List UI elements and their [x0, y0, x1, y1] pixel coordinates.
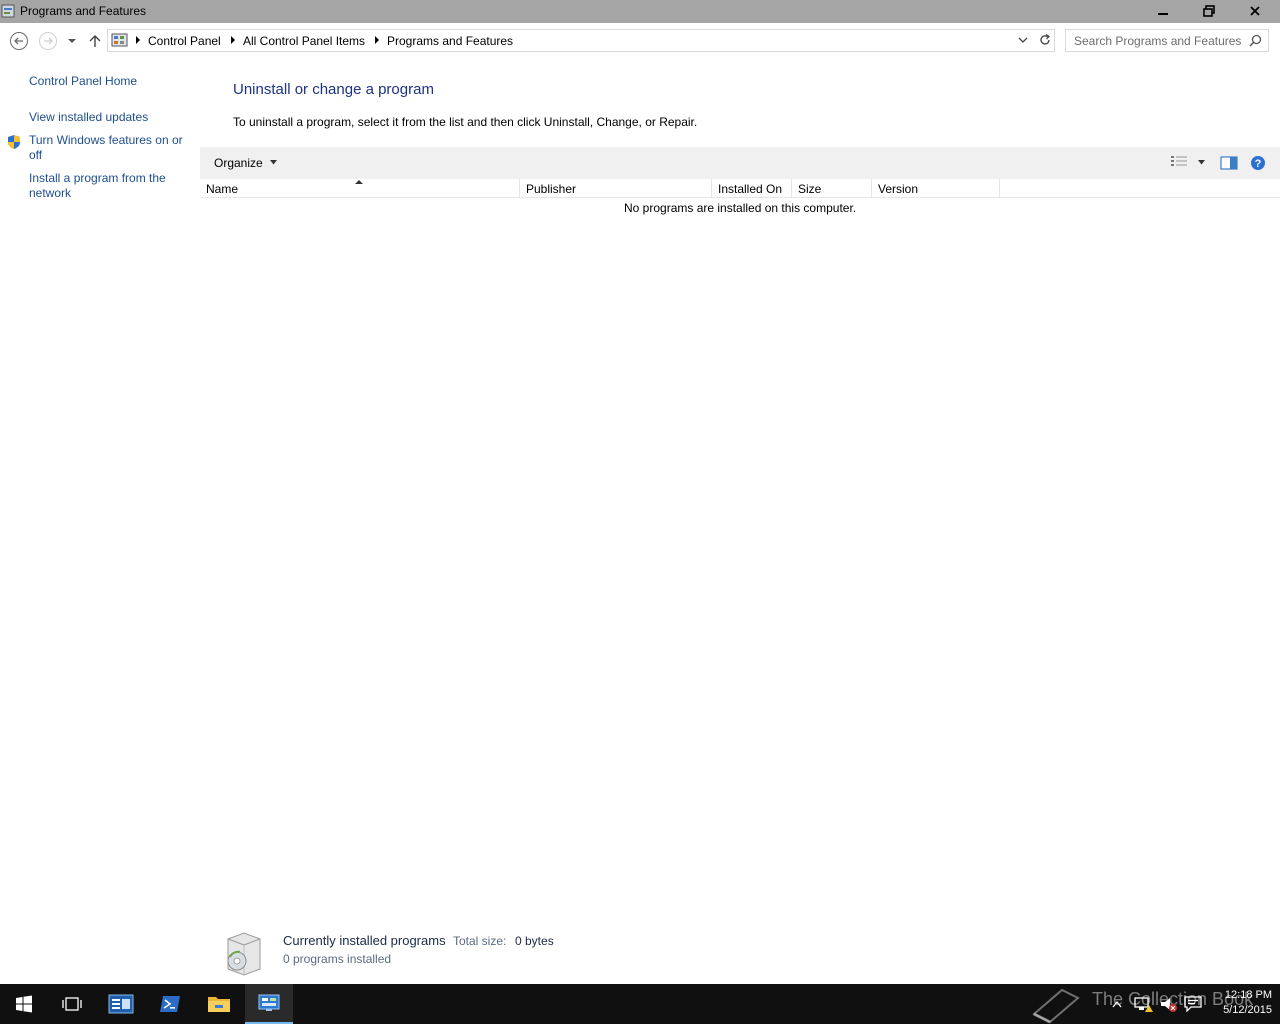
control-panel-icon: [258, 994, 280, 1011]
start-button[interactable]: [0, 984, 48, 1024]
network-tray-button[interactable]: [1132, 984, 1154, 1024]
title-bar: Programs and Features: [0, 0, 1280, 23]
powershell-icon: [160, 996, 180, 1012]
breadcrumb-programs-and-features[interactable]: Programs and Features: [387, 34, 513, 48]
install-from-network-link[interactable]: Install a program from the network: [29, 171, 179, 201]
file-explorer-icon: [208, 997, 230, 1012]
book-logo-icon: [1032, 988, 1080, 1024]
left-task-pane: Control Panel Home View installed update…: [0, 59, 200, 984]
help-icon[interactable]: ?: [1250, 155, 1266, 171]
column-version-label: Version: [878, 182, 919, 196]
forward-button[interactable]: [38, 31, 58, 51]
column-name[interactable]: Name: [200, 179, 520, 197]
network-warning-icon: [1134, 997, 1153, 1012]
action-center-icon: [1184, 996, 1202, 1012]
column-size[interactable]: Size: [792, 179, 872, 197]
programs-features-icon: [1, 4, 15, 18]
system-clock[interactable]: 12:18 PM 5/12/2015: [1206, 988, 1272, 1018]
refresh-icon[interactable]: [1038, 33, 1052, 47]
back-arrow-icon: [10, 32, 28, 50]
back-button[interactable]: [9, 31, 29, 51]
search-input[interactable]: [1066, 30, 1246, 51]
minimize-button[interactable]: [1140, 0, 1186, 21]
restore-button[interactable]: [1186, 0, 1232, 21]
clock-time: 12:18 PM: [1224, 989, 1272, 1001]
window-title: Programs and Features: [20, 4, 147, 18]
chevron-down-icon[interactable]: [270, 160, 277, 165]
details-title: Currently installed programs: [283, 933, 446, 948]
column-size-label: Size: [798, 182, 822, 196]
chevron-right-icon: [231, 36, 235, 44]
close-icon: [1250, 5, 1260, 16]
column-installed-on[interactable]: Installed On: [712, 179, 792, 197]
column-header-row: Name Publisher Installed On Size Version: [200, 179, 1280, 198]
task-view-icon: [62, 997, 82, 1011]
chevron-down-icon: [68, 39, 76, 43]
column-publisher[interactable]: Publisher: [520, 179, 712, 197]
column-version[interactable]: Version: [872, 179, 1000, 197]
file-explorer-button[interactable]: [195, 984, 243, 1024]
page-title: Uninstall or change a program: [233, 81, 434, 98]
control-panel-taskbar-button[interactable]: [245, 984, 293, 1024]
column-publisher-label: Publisher: [526, 182, 577, 196]
search-icon[interactable]: [1249, 34, 1262, 47]
turn-windows-features-link[interactable]: Turn Windows features on or off: [29, 133, 189, 163]
installed-programs-icon: [227, 932, 261, 976]
server-manager-button[interactable]: [97, 984, 145, 1024]
forward-arrow-icon: [39, 32, 57, 50]
up-button[interactable]: [85, 31, 105, 51]
task-view-button[interactable]: [48, 984, 96, 1024]
minimize-icon: [1158, 12, 1168, 15]
sort-ascending-icon: [355, 180, 363, 184]
view-installed-updates-link[interactable]: View installed updates: [29, 110, 148, 125]
details-view-icon[interactable]: [1170, 155, 1188, 169]
server-manager-icon: [108, 994, 134, 1014]
preview-pane-icon[interactable]: [1220, 155, 1238, 171]
column-name-label: Name: [206, 182, 239, 196]
chevron-right-icon: [136, 36, 140, 44]
uac-shield-icon: [8, 135, 20, 149]
recent-locations-button[interactable]: [62, 31, 82, 51]
chevron-down-icon[interactable]: [1198, 160, 1205, 165]
address-bar[interactable]: Control Panel All Control Panel Items Pr…: [107, 29, 1055, 52]
search-box[interactable]: [1065, 29, 1269, 52]
instructions-text: To uninstall a program, select it from t…: [233, 115, 698, 129]
control-panel-icon: [111, 33, 128, 47]
chevron-up-icon: [1112, 1000, 1122, 1008]
svg-text:?: ?: [1255, 158, 1262, 170]
up-arrow-icon: [89, 35, 101, 47]
restore-icon: [1203, 4, 1215, 17]
close-button[interactable]: [1232, 0, 1278, 21]
action-center-button[interactable]: [1182, 984, 1204, 1024]
programs-installed-count: 0 programs installed: [283, 952, 392, 966]
taskbar: The Collection Book 12:18 PM 5/12/2015: [0, 984, 1280, 1024]
total-size-value: 0 bytes: [515, 934, 554, 948]
chevron-right-icon: [375, 36, 379, 44]
start-icon: [16, 995, 32, 1013]
total-size-label: Total size:: [453, 934, 507, 948]
empty-list-message: No programs are installed on this comput…: [624, 201, 857, 215]
show-hidden-icons-button[interactable]: [1108, 984, 1126, 1024]
command-bar: Organize ?: [200, 147, 1280, 179]
control-panel-home-link[interactable]: Control Panel Home: [29, 74, 137, 89]
chevron-down-icon[interactable]: [1018, 35, 1028, 45]
column-installed-on-label: Installed On: [718, 182, 783, 196]
breadcrumb-all-control-panel-items[interactable]: All Control Panel Items: [243, 34, 365, 48]
breadcrumb-control-panel[interactable]: Control Panel: [148, 34, 221, 48]
volume-tray-button[interactable]: [1158, 984, 1180, 1024]
volume-muted-icon: [1161, 998, 1177, 1012]
organize-button[interactable]: Organize: [214, 156, 263, 170]
clock-date: 5/12/2015: [1223, 1004, 1272, 1016]
navigation-bar: Control Panel All Control Panel Items Pr…: [0, 23, 1280, 59]
powershell-button[interactable]: [146, 984, 194, 1024]
